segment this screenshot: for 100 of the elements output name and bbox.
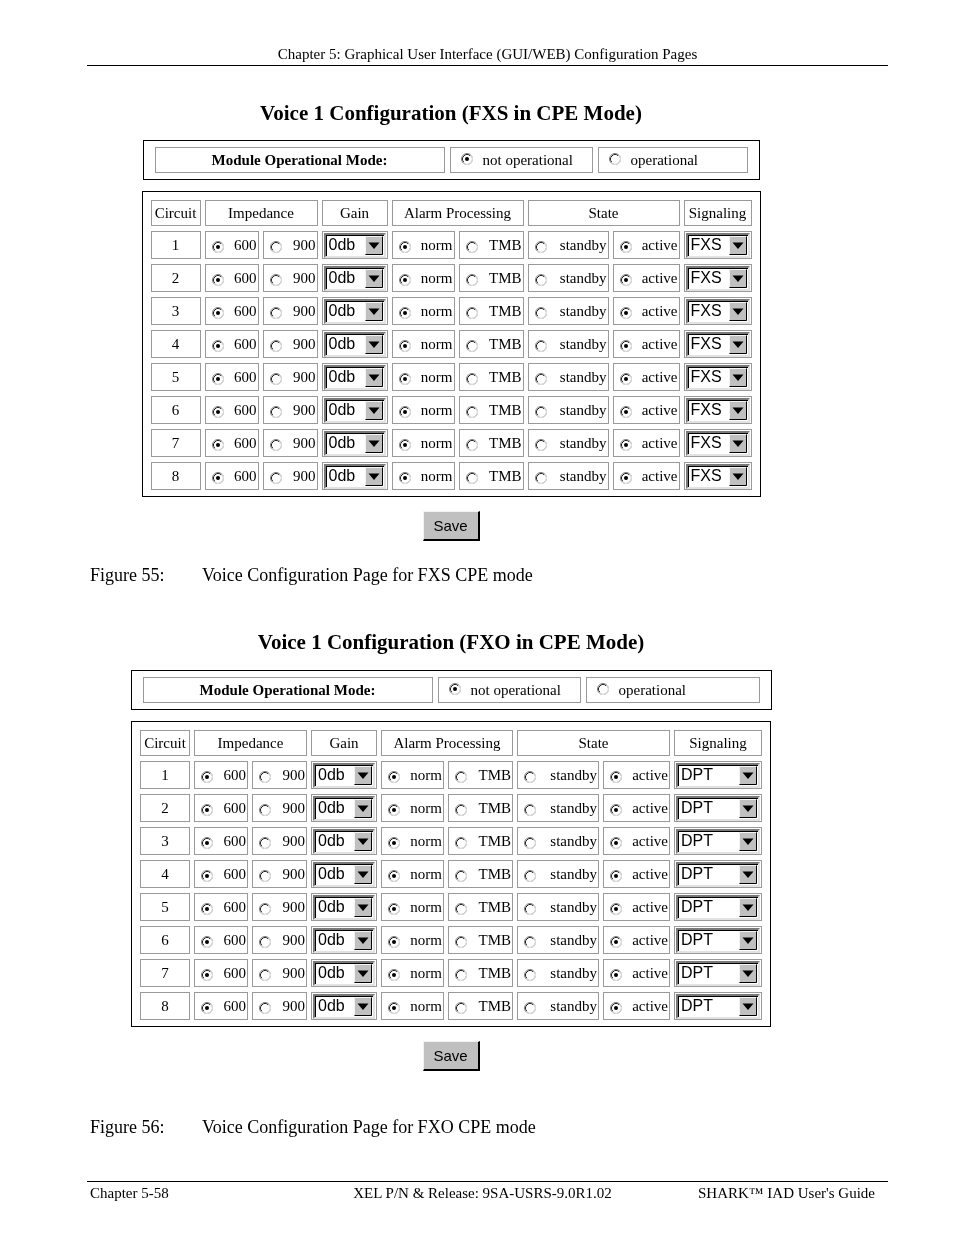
signaling-dropdown[interactable]: DPT <box>676 960 760 986</box>
radio-button[interactable] <box>388 836 400 849</box>
radio-button[interactable] <box>534 306 547 319</box>
radio-button[interactable] <box>465 438 478 451</box>
gain-dropdown[interactable]: 0db <box>313 828 375 854</box>
radio-button[interactable] <box>465 471 478 484</box>
radio-button[interactable] <box>455 935 467 948</box>
radio-button[interactable] <box>398 240 411 253</box>
radio-button[interactable] <box>201 803 213 816</box>
signaling-dropdown[interactable]: DPT <box>676 762 760 788</box>
radio-button[interactable] <box>465 273 478 286</box>
radio-button[interactable] <box>524 770 536 783</box>
radio-button[interactable] <box>269 339 282 352</box>
signaling-dropdown[interactable]: FXS <box>685 331 750 357</box>
radio-button[interactable] <box>259 968 271 981</box>
radio-button[interactable] <box>448 682 461 695</box>
radio-button[interactable] <box>388 869 400 882</box>
radio-button[interactable] <box>201 935 213 948</box>
radio-button[interactable] <box>619 471 632 484</box>
gain-dropdown[interactable]: 0db <box>313 894 375 920</box>
radio-button[interactable] <box>259 770 271 783</box>
radio-button[interactable] <box>269 372 282 385</box>
save-button[interactable]: Save <box>422 1041 480 1071</box>
radio-button[interactable] <box>211 339 224 352</box>
radio-button[interactable] <box>259 935 271 948</box>
radio-button[interactable] <box>259 902 271 915</box>
radio-button[interactable] <box>524 902 536 915</box>
signaling-dropdown[interactable]: FXS <box>685 397 750 423</box>
radio-button[interactable] <box>455 902 467 915</box>
signaling-dropdown[interactable]: DPT <box>676 993 760 1019</box>
radio-button[interactable] <box>610 869 622 882</box>
radio-button[interactable] <box>211 306 224 319</box>
radio-button[interactable] <box>388 770 400 783</box>
radio-button[interactable] <box>269 471 282 484</box>
radio-button[interactable] <box>388 902 400 915</box>
signaling-dropdown[interactable]: FXS <box>685 265 750 291</box>
radio-button[interactable] <box>398 405 411 418</box>
gain-dropdown[interactable]: 0db <box>313 960 375 986</box>
radio-button[interactable] <box>211 372 224 385</box>
radio-button[interactable] <box>455 869 467 882</box>
radio-button[interactable] <box>201 968 213 981</box>
radio-button[interactable] <box>465 372 478 385</box>
radio-button[interactable] <box>610 836 622 849</box>
radio-button[interactable] <box>201 902 213 915</box>
radio-button[interactable] <box>460 152 473 165</box>
gain-dropdown[interactable]: 0db <box>313 861 375 887</box>
radio-button[interactable] <box>201 869 213 882</box>
save-button[interactable]: Save <box>422 511 480 541</box>
radio-button[interactable] <box>211 471 224 484</box>
radio-button[interactable] <box>524 1001 536 1014</box>
radio-button[interactable] <box>610 803 622 816</box>
signaling-dropdown[interactable]: FXS <box>685 298 750 324</box>
radio-button[interactable] <box>465 405 478 418</box>
radio-button[interactable] <box>211 240 224 253</box>
gain-dropdown[interactable]: 0db <box>323 364 386 390</box>
radio-button[interactable] <box>534 240 547 253</box>
gain-dropdown[interactable]: 0db <box>313 762 375 788</box>
signaling-dropdown[interactable]: DPT <box>676 894 760 920</box>
radio-button[interactable] <box>201 1001 213 1014</box>
radio-button[interactable] <box>619 306 632 319</box>
gain-dropdown[interactable]: 0db <box>323 298 386 324</box>
radio-button[interactable] <box>610 902 622 915</box>
radio-button[interactable] <box>269 306 282 319</box>
radio-button[interactable] <box>534 273 547 286</box>
radio-button[interactable] <box>465 339 478 352</box>
gain-dropdown[interactable]: 0db <box>323 463 386 489</box>
radio-button[interactable] <box>211 273 224 286</box>
gain-dropdown[interactable]: 0db <box>323 232 386 258</box>
radio-button[interactable] <box>596 682 609 695</box>
radio-button[interactable] <box>610 935 622 948</box>
radio-button[interactable] <box>259 869 271 882</box>
radio-button[interactable] <box>259 1001 271 1014</box>
signaling-dropdown[interactable]: DPT <box>676 927 760 953</box>
radio-button[interactable] <box>455 770 467 783</box>
radio-button[interactable] <box>465 240 478 253</box>
radio-button[interactable] <box>534 438 547 451</box>
gain-dropdown[interactable]: 0db <box>323 397 386 423</box>
radio-button[interactable] <box>524 869 536 882</box>
radio-button[interactable] <box>524 803 536 816</box>
radio-button[interactable] <box>398 339 411 352</box>
radio-button[interactable] <box>211 405 224 418</box>
signaling-dropdown[interactable]: DPT <box>676 828 760 854</box>
radio-button[interactable] <box>398 438 411 451</box>
radio-button[interactable] <box>455 1001 467 1014</box>
radio-button[interactable] <box>619 405 632 418</box>
radio-button[interactable] <box>269 438 282 451</box>
signaling-dropdown[interactable]: FXS <box>685 430 750 456</box>
signaling-dropdown[interactable]: DPT <box>676 861 760 887</box>
radio-button[interactable] <box>201 770 213 783</box>
radio-button[interactable] <box>534 339 547 352</box>
radio-button[interactable] <box>455 836 467 849</box>
radio-button[interactable] <box>534 471 547 484</box>
radio-button[interactable] <box>259 836 271 849</box>
signaling-dropdown[interactable]: FXS <box>685 463 750 489</box>
radio-button[interactable] <box>398 306 411 319</box>
radio-button[interactable] <box>398 471 411 484</box>
radio-button[interactable] <box>524 935 536 948</box>
gain-dropdown[interactable]: 0db <box>323 331 386 357</box>
radio-button[interactable] <box>610 1001 622 1014</box>
radio-button[interactable] <box>524 968 536 981</box>
